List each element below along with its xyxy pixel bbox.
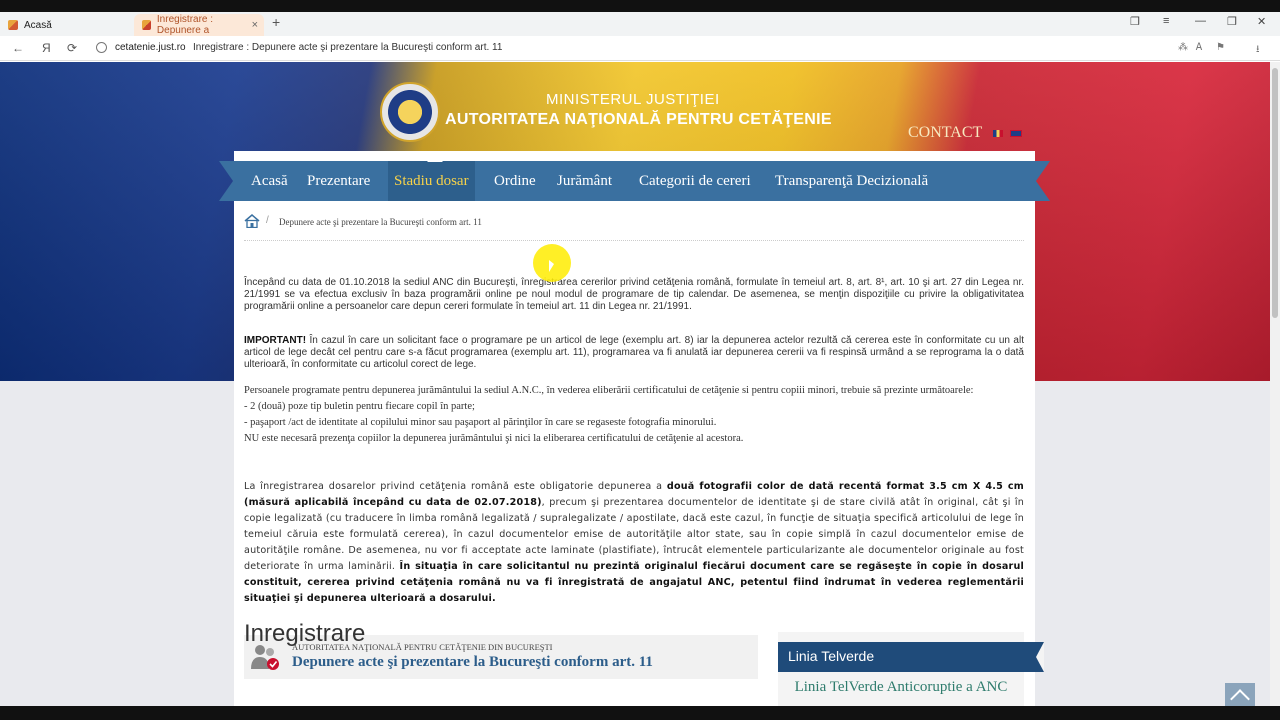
anc-seal-logo[interactable] [380,82,440,142]
english-flag-icon[interactable] [1010,130,1022,137]
breadcrumb-current: Depunere acte şi prezentare la Bucureşti… [279,217,482,227]
page-scrollbar[interactable] [1270,62,1280,706]
nav-ribbon-right [1036,161,1050,201]
scrollbar-thumb[interactable] [1272,68,1278,318]
sidebar-title: Linia Telverde [788,648,875,664]
minimize-button[interactable]: — [1195,15,1206,27]
photos-paragraph: La înregistrarea dosarelor privind cetăţ… [244,479,1024,607]
programare-paragraph: Începând cu data de 01.10.2018 la sediul… [244,277,1024,312]
home-icon[interactable] [244,214,260,228]
oath-section: Persoanele programate pentru depunerea j… [244,383,1024,447]
breadcrumb-separator: / [266,215,269,226]
tab-close-icon[interactable]: × [252,19,258,31]
address-bar: ← Я ⟳ cetatenie.just.ro Inregistrare : D… [0,36,1280,61]
nav-categorii-cereri[interactable]: Categorii de cereri [633,161,757,201]
back-button[interactable]: ← [12,41,24,55]
oath-item: - paşaport /act de identitate al copilul… [244,417,717,428]
nav-acasa[interactable]: Acasă [245,161,294,201]
nav-prezentare[interactable]: Prezentare [301,161,376,201]
nav-ordine[interactable]: Ordine [488,161,542,201]
site-info-icon[interactable] [96,42,107,53]
oath-note: NU este necesară prezenţa copiilor la de… [244,433,744,444]
tab-acasa[interactable]: Acasă [0,14,130,36]
telverde-link[interactable]: Linia TelVerde Anticoruptie a ANC [786,678,1016,696]
new-tab-button[interactable]: + [272,14,280,30]
mouse-cursor-icon [549,260,554,272]
oath-item: - 2 (două) poze tip buletin pentru fieca… [244,401,475,412]
download-icon[interactable]: ⭳ [1256,42,1260,59]
romanian-flag-icon[interactable] [993,130,1003,137]
nav-stadiu-dosar[interactable]: Stadiu dosar [388,161,475,201]
photos-intro: La înregistrarea dosarelor privind cetăţ… [244,481,667,492]
nav-ribbon-left [219,161,233,201]
maximize-button[interactable]: ❐ [1227,15,1237,28]
site-favicon-icon [142,20,151,30]
reader-icon[interactable]: Ꭺ [1196,42,1203,53]
nav-transparenta[interactable]: Transparenţă Decizională [769,161,934,201]
site-favicon-icon [8,20,18,30]
close-window-button[interactable]: ✕ [1257,15,1266,28]
bookmark-icon[interactable]: ⚑ [1216,42,1225,53]
url-page-title[interactable]: Inregistrare : Depunere acte şi prezenta… [193,42,502,53]
authority-title[interactable]: AUTORITATEA NAŢIONALĂ PENTRU CETĂŢENIE [445,111,832,129]
main-navigation: Acasă Prezentare Stadiu dosar Ordine Jur… [219,161,1050,201]
nav-juramant[interactable]: Jurământ [551,161,618,201]
active-nav-indicator [427,154,443,162]
reload-button[interactable]: ⟳ [67,41,77,55]
ministry-title: MINISTERUL JUSTIŢIEI [546,91,720,108]
os-bottom-strip [0,706,1280,720]
breadcrumb-divider [244,240,1024,241]
card-title: Depunere acte şi prezentare la Bucureşti… [292,654,653,670]
scroll-to-top-button[interactable] [1225,683,1255,706]
inregistrare-heading: Inregistrare [244,620,366,647]
important-label: IMPORTANT! [244,335,307,346]
oath-intro: Persoanele programate pentru depunerea j… [244,385,974,396]
web-page: MINISTERUL JUSTIŢIEI AUTORITATEA NAŢIONA… [0,62,1270,706]
important-text: În cazul în care un solicitant face o pr… [244,335,1024,370]
important-paragraph: IMPORTANT! În cazul în care un solicitan… [244,335,1024,371]
tab-label: Inregistrare : Depunere a [156,14,214,36]
tab-inregistrare[interactable]: Inregistrare : Depunere a × [134,14,264,36]
yandex-button[interactable]: Я [42,41,51,55]
os-top-strip [0,0,1280,12]
tab-label: Acasă [24,19,52,31]
tab-strip: Acasă Inregistrare : Depunere a × + ❐ ≡ … [0,12,1280,36]
collections-icon[interactable]: ❐ [1130,15,1140,28]
menu-icon[interactable]: ≡ [1163,15,1169,27]
contact-link[interactable]: CONTACT [908,124,982,142]
url-domain[interactable]: cetatenie.just.ro [115,42,186,53]
translate-icon[interactable]: ⁂ [1178,42,1188,53]
